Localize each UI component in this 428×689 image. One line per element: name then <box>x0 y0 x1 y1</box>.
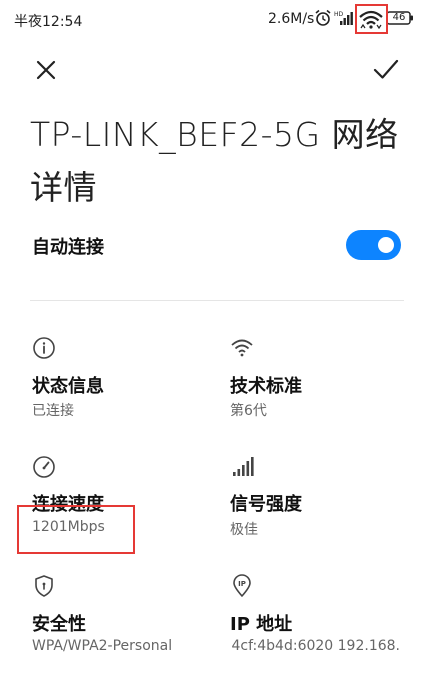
battery-level: 46 <box>392 12 406 23</box>
status-time: 半夜12:54 <box>14 14 83 30</box>
tech-standard-title: 技术标准 <box>230 376 302 397</box>
wifi-icon <box>231 339 253 357</box>
network-speed: 2.6M/s <box>268 11 315 27</box>
svg-text:IP: IP <box>238 580 246 588</box>
check-icon[interactable] <box>372 58 400 82</box>
security-title: 安全性 <box>32 614 86 635</box>
toggle-knob <box>378 237 394 253</box>
link-speed-highlight-box <box>17 505 135 554</box>
alarm-icon <box>315 9 331 26</box>
auto-connect-label: 自动连接 <box>32 237 104 258</box>
signal-icon: HD <box>334 11 353 25</box>
close-icon[interactable] <box>34 58 58 82</box>
signal-strength-value: 极佳 <box>230 522 258 538</box>
speedometer-icon <box>33 456 55 478</box>
page-title: TP-LINK_BEF2-5G 网络详情 <box>30 115 399 207</box>
ip-address-title: IP 地址 <box>230 614 293 635</box>
status-info-title: 状态信息 <box>32 376 104 397</box>
ip-address-value: fe80::4cf:4b4d:6020 192.168. <box>230 638 400 654</box>
info-icon <box>33 337 55 359</box>
auto-connect-toggle[interactable] <box>346 230 401 260</box>
tech-standard-value: 第6代 <box>230 403 267 419</box>
wifi-highlight-box <box>355 4 388 34</box>
signal-strength-title: 信号强度 <box>230 494 302 515</box>
status-info-value: 已连接 <box>32 403 74 419</box>
shield-icon <box>35 575 53 597</box>
security-value: WPA/WPA2-Personal <box>32 638 173 654</box>
svg-text:HD: HD <box>334 11 344 18</box>
divider <box>30 300 404 301</box>
signal-bars-icon <box>233 457 254 476</box>
ip-address-value-container: fe80::4cf:4b4d:6020 192.168. <box>230 638 400 658</box>
ip-pin-icon: IP <box>233 574 251 597</box>
